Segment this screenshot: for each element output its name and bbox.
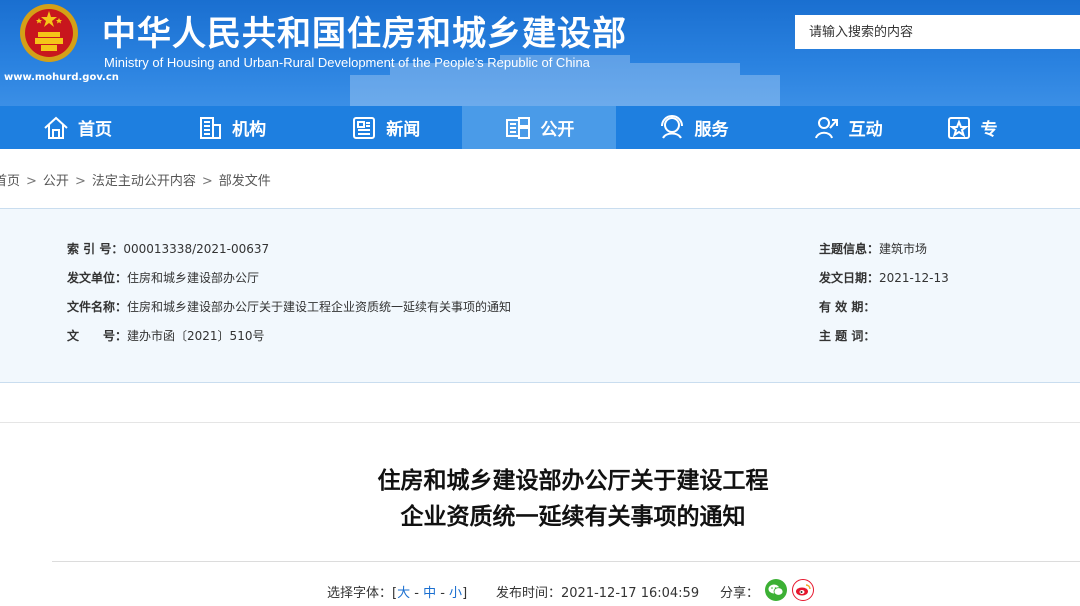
font-large-link[interactable]: 大 — [397, 586, 410, 601]
site-url: www.mohurd.gov.cn — [4, 72, 119, 83]
nav-item-service[interactable]: 服务 — [616, 106, 770, 149]
info-topic: 主题信息：建筑市场 — [819, 242, 928, 256]
interaction-icon — [813, 114, 841, 142]
site-title: 中华人民共和国住房和城乡建设部 — [102, 14, 627, 54]
main-nav: 首页 机构 新闻 公开 服务 互动 专 — [0, 106, 1080, 149]
breadcrumb-statutory[interactable]: 法定主动公开内容 — [92, 174, 196, 189]
nav-item-interaction[interactable]: 互动 — [771, 106, 925, 149]
nav-item-special[interactable]: 专 — [925, 106, 1080, 149]
breadcrumb-home[interactable]: 首页 — [0, 174, 20, 189]
nav-label: 机构 — [232, 120, 267, 140]
font-small-link[interactable]: 小 — [449, 586, 462, 601]
article-title-line2: 企业资质统一延续有关事项的通知 — [400, 504, 746, 530]
nav-item-news[interactable]: 新闻 — [308, 106, 462, 149]
wechat-share-icon[interactable] — [765, 579, 787, 601]
disclosure-icon — [504, 114, 532, 142]
section-divider — [0, 383, 1080, 423]
info-keywords: 主 题 词： — [819, 329, 876, 343]
nav-item-disclosure[interactable]: 公开 — [462, 106, 617, 149]
search-input[interactable] — [795, 15, 1080, 49]
article-title: 住房和城乡建设部办公厅关于建设工程 企业资质统一延续有关事项的通知 — [0, 463, 1080, 535]
info-docno: 文 号：建办市函〔2021〕510号 — [67, 329, 265, 343]
info-issuer: 发文单位：住房和城乡建设部办公厅 — [67, 271, 260, 285]
publish-time: 发布时间：2021-12-17 16:04:59 — [496, 586, 700, 601]
nav-label: 服务 — [694, 120, 729, 140]
special-icon — [945, 114, 973, 142]
nav-item-home[interactable]: 首页 — [0, 106, 154, 149]
article-title-line1: 住房和城乡建设部办公厅关于建设工程 — [377, 468, 769, 494]
article: 住房和城乡建设部办公厅关于建设工程 企业资质统一延续有关事项的通知 选择字体：[… — [0, 423, 1080, 606]
nav-label: 互动 — [848, 120, 883, 140]
nav-label: 新闻 — [386, 120, 421, 140]
building-icon — [196, 114, 224, 142]
info-validity: 有 效 期： — [819, 300, 876, 314]
title-divider — [52, 561, 1080, 562]
site-title-english: Ministry of Housing and Urban-Rural Deve… — [104, 55, 590, 70]
service-icon — [658, 114, 686, 142]
document-info-panel: 索 引 号：000013338/2021-00637 发文单位：住房和城乡建设部… — [0, 208, 1080, 383]
nav-label: 公开 — [540, 120, 575, 140]
site-header: www.mohurd.gov.cn 中华人民共和国住房和城乡建设部 Minist… — [0, 0, 1080, 106]
font-medium-link[interactable]: 中 — [423, 586, 436, 601]
info-filename: 文件名称：住房和城乡建设部办公厅关于建设工程企业资质统一延续有关事项的通知 — [67, 300, 512, 314]
font-size-selector: 选择字体：[大 - 中 - 小] — [327, 586, 468, 601]
national-emblem-icon — [20, 4, 78, 62]
share-label: 分享： — [720, 586, 760, 601]
breadcrumb-disclosure[interactable]: 公开 — [43, 174, 69, 189]
info-date: 发文日期：2021-12-13 — [819, 271, 949, 285]
nav-item-organization[interactable]: 机构 — [154, 106, 308, 149]
news-icon — [350, 114, 378, 142]
info-index: 索 引 号：000013338/2021-00637 — [67, 242, 270, 256]
nav-label: 专 — [980, 120, 998, 140]
breadcrumb: 首页 > 公开 > 法定主动公开内容 > 部发文件 — [0, 170, 271, 189]
home-icon — [42, 114, 70, 142]
weibo-share-icon[interactable] — [792, 579, 814, 601]
nav-label: 首页 — [78, 120, 113, 140]
breadcrumb-ministry-docs[interactable]: 部发文件 — [219, 174, 271, 189]
